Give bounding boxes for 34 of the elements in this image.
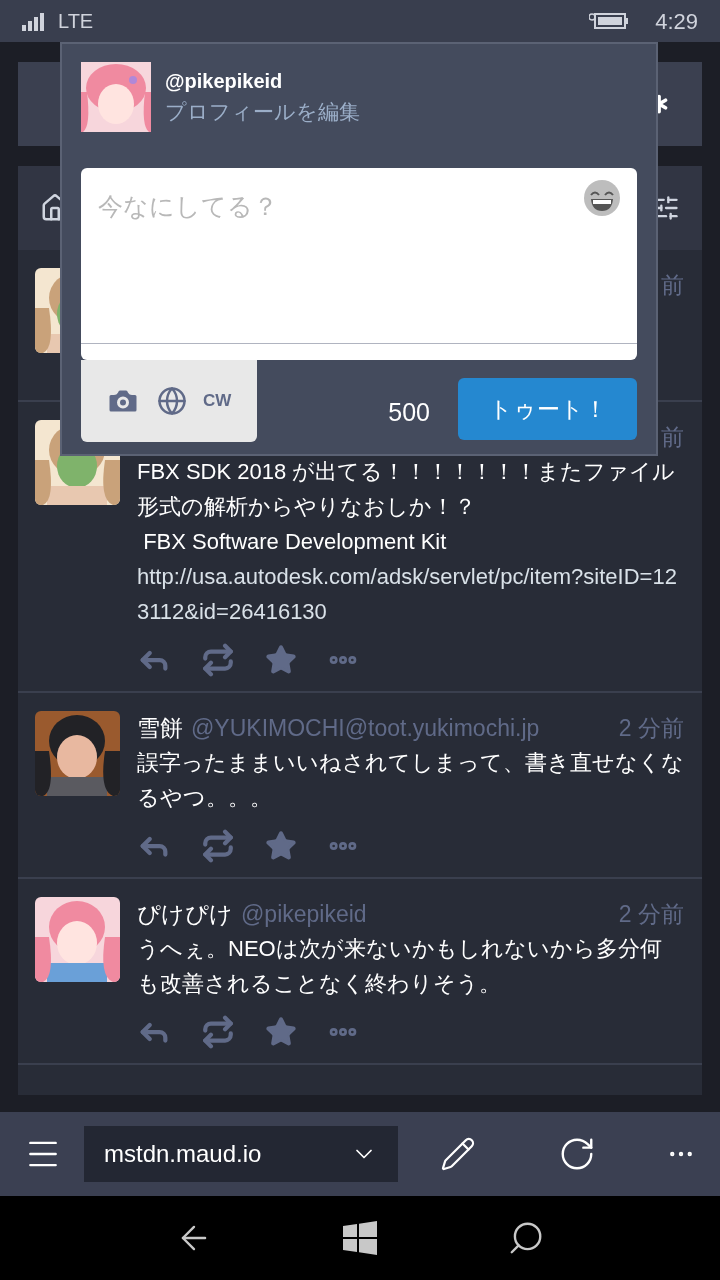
character-count: 500 [388, 397, 430, 428]
post-time: 2 分前 [618, 713, 684, 743]
cw-button[interactable]: CW [203, 388, 232, 414]
post-link[interactable]: http://usa.autodesk.com/adsk/servlet/pc/item?siteID=123112&id=26416130 [137, 559, 684, 629]
globe-icon[interactable] [157, 386, 187, 416]
status-input[interactable]: 今なにしてる？ [98, 188, 584, 343]
pencil-icon[interactable] [440, 1136, 476, 1172]
post-time: 前 [661, 422, 684, 452]
clock: 4:29 [655, 7, 698, 36]
battery-icon [589, 12, 630, 30]
user-handle[interactable]: @YUKIMOCHI@toot.yukimochi.jp [191, 710, 540, 746]
toot-button[interactable]: トゥート！ [458, 378, 637, 440]
windows-icon[interactable] [343, 1221, 377, 1255]
boost-icon[interactable] [201, 643, 235, 677]
boost-icon[interactable] [201, 829, 235, 863]
network-type: LTE [58, 9, 94, 34]
post-text: FBX Software Development Kit [142, 528, 448, 556]
post-text: うへぇ。NEOは次が来ないかもしれないから多分何も改善されることなく終わりそう。 [137, 935, 663, 998]
boost-icon[interactable] [201, 1015, 235, 1049]
display-name: ぴけぴけ [137, 899, 233, 929]
instance-dropdown[interactable]: mstdn.maud.io [84, 1126, 398, 1182]
star-icon[interactable] [265, 830, 297, 862]
post-text: 誤字ったままいいねされてしまって、書き直せなくなるやつ。。。 [137, 749, 684, 812]
account-handle: @pikepikeid [165, 69, 284, 95]
post-text: FBX SDK 2018 が出てる！！！！！！！またファイル形式の解析からやりなおしか！？ [137, 458, 677, 521]
compose-field[interactable]: 今なにしてる？ [81, 168, 637, 360]
star-icon[interactable] [265, 1016, 297, 1048]
post-time: 2 分前 [618, 899, 684, 929]
post-time: 前 [661, 270, 684, 300]
user-handle[interactable]: @pikepikeid [241, 896, 367, 932]
laughing-emoji-icon[interactable] [584, 180, 620, 216]
display-name: 雪餅 [137, 713, 183, 743]
star-icon[interactable] [265, 644, 297, 676]
edit-profile-link[interactable]: プロフィールを編集 [165, 96, 360, 128]
